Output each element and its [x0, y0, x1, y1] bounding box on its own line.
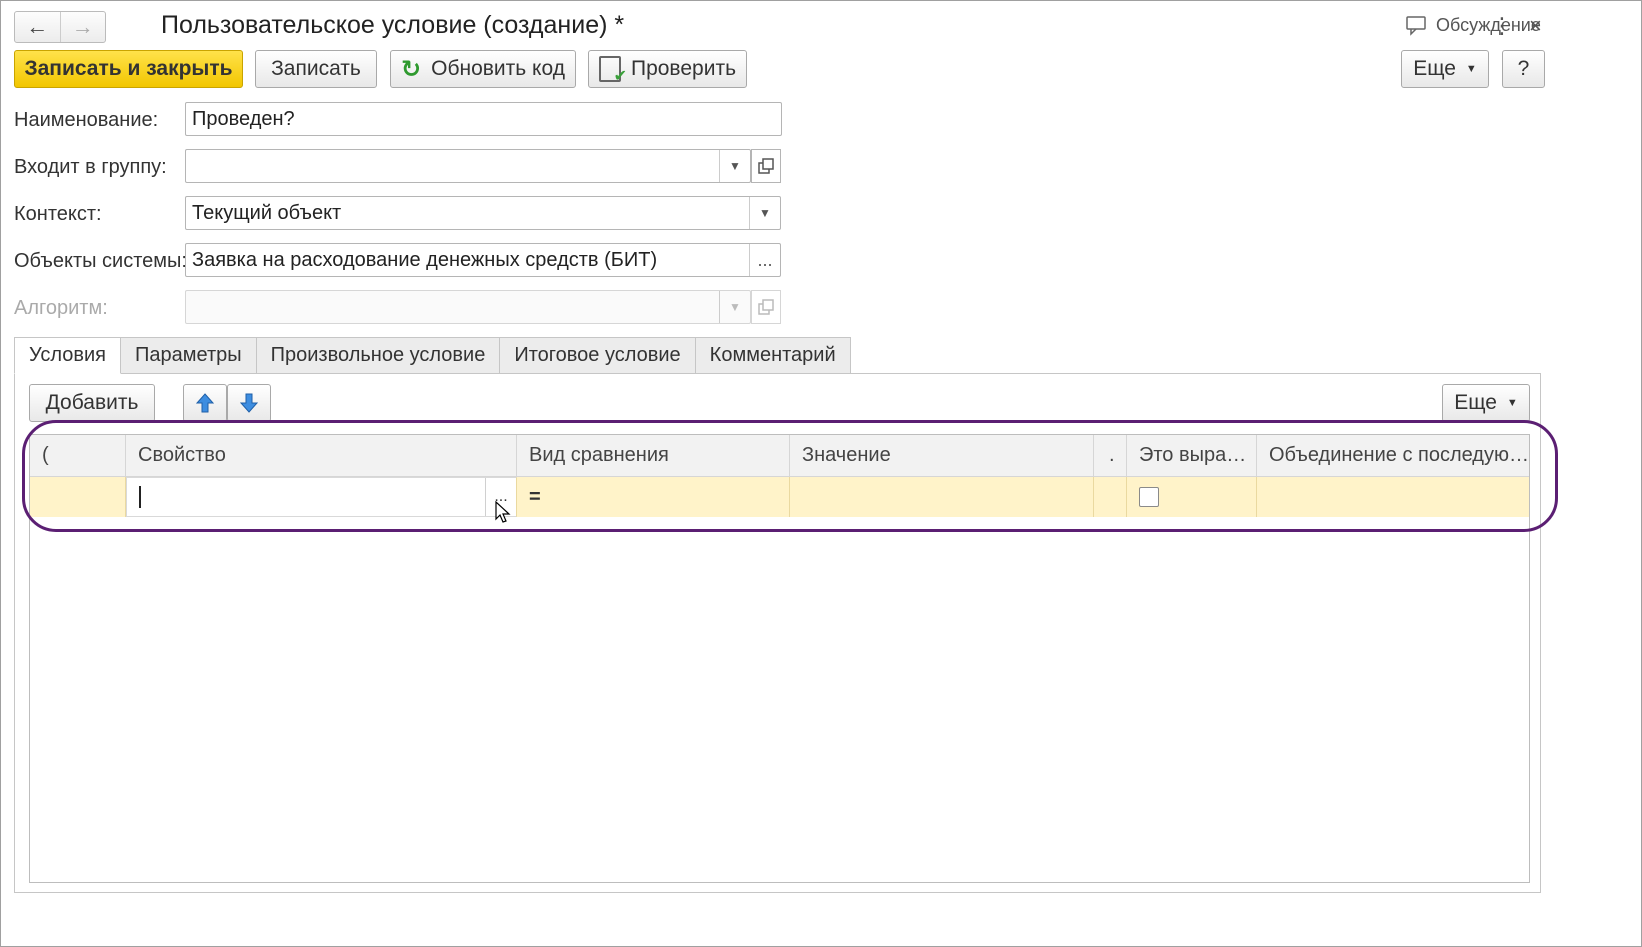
arrow-down-icon — [240, 393, 258, 413]
table-row[interactable]: ... = — [30, 477, 1529, 517]
tab-parameters[interactable]: Параметры — [121, 337, 257, 374]
refresh-code-button[interactable]: ↻ Обновить код — [390, 50, 576, 88]
name-value: Проведен? — [192, 107, 295, 130]
name-field[interactable]: Проведен? — [185, 102, 782, 136]
close-icon[interactable]: × — [1529, 13, 1542, 39]
tab-comment[interactable]: Комментарий — [695, 337, 851, 374]
context-dropdown-icon[interactable]: ▼ — [749, 197, 780, 229]
caret-down-icon: ▼ — [1506, 397, 1518, 409]
window-title: Пользовательское условие (создание) * — [161, 11, 625, 39]
context-label: Контекст: — [14, 203, 102, 225]
back-button[interactable]: ← — [15, 12, 60, 42]
column-header-value[interactable]: Значение — [790, 435, 1094, 476]
caret-down-icon: ▼ — [1465, 63, 1477, 75]
open-window-icon — [758, 299, 774, 315]
group-open-button[interactable] — [751, 149, 781, 183]
objects-value: Заявка на расходование денежных средств … — [192, 248, 658, 271]
help-button[interactable]: ? — [1502, 50, 1545, 88]
objects-select-button[interactable]: ... — [749, 244, 780, 276]
mouse-pointer-icon — [495, 501, 511, 523]
column-header-union[interactable]: Объединение с последую… — [1257, 435, 1529, 476]
column-header-paren[interactable]: ( — [30, 435, 126, 476]
check-label: Проверить — [630, 57, 737, 80]
move-up-button[interactable] — [183, 384, 227, 422]
text-cursor — [139, 486, 141, 508]
name-label: Наименование: — [14, 109, 159, 131]
group-field[interactable]: ▼ — [185, 149, 751, 183]
algorithm-dropdown-icon[interactable]: ▼ — [719, 291, 750, 323]
tabs-bar: Условия Параметры Произвольное условие И… — [14, 337, 851, 374]
more-menu-icon[interactable]: ⋮ — [1491, 13, 1513, 39]
discussion-label: Обсуждение — [1436, 15, 1541, 35]
forward-button[interactable]: → — [59, 12, 106, 42]
conditions-more-label: Еще — [1454, 391, 1497, 414]
cell-union[interactable] — [1257, 477, 1529, 517]
move-down-button[interactable] — [227, 384, 271, 422]
refresh-code-label: Обновить код — [431, 57, 565, 80]
navigation-buttons: ← → — [14, 11, 106, 43]
column-header-is-expression[interactable]: Это выра… — [1127, 435, 1257, 476]
context-select[interactable]: Текущий объект ▼ — [185, 196, 781, 230]
arrow-right-icon: → — [71, 14, 94, 39]
cell-dot[interactable] — [1094, 477, 1127, 517]
algorithm-label: Алгоритм: — [14, 297, 108, 319]
refresh-icon: ↻ — [401, 55, 422, 83]
cell-is-expression[interactable] — [1127, 477, 1257, 517]
column-header-comparison[interactable]: Вид сравнения — [517, 435, 790, 476]
open-window-icon — [758, 158, 774, 174]
conditions-table: ( Свойство Вид сравнения Значение . Это … — [29, 434, 1530, 883]
is-expression-checkbox[interactable] — [1139, 487, 1159, 507]
add-condition-button[interactable]: Добавить — [29, 384, 155, 422]
cell-value[interactable] — [790, 477, 1094, 517]
cell-paren[interactable] — [30, 477, 126, 517]
tab-final-condition[interactable]: Итоговое условие — [500, 337, 696, 374]
discussion-button[interactable]: Обсуждение — [1406, 15, 1541, 36]
save-and-close-button[interactable]: Записать и закрыть — [14, 50, 243, 88]
arrow-up-icon — [196, 393, 214, 413]
more-label: Еще — [1413, 57, 1456, 80]
check-document-icon — [598, 56, 627, 86]
group-dropdown-icon[interactable]: ▼ — [719, 150, 750, 182]
conditions-more-button[interactable]: Еще ▼ — [1442, 384, 1530, 422]
column-header-property[interactable]: Свойство — [126, 435, 517, 476]
chat-icon — [1406, 15, 1426, 36]
cell-comparison[interactable]: = — [517, 477, 790, 517]
form-window: ← → Пользовательское условие (создание) … — [0, 0, 1642, 947]
tab-conditions[interactable]: Условия — [14, 337, 122, 374]
column-header-dot[interactable]: . — [1094, 435, 1127, 476]
algorithm-open-button[interactable] — [751, 290, 781, 324]
objects-field[interactable]: Заявка на расходование денежных средств … — [185, 243, 781, 277]
context-value: Текущий объект — [192, 201, 342, 224]
objects-label: Объекты системы: — [14, 250, 187, 272]
check-button[interactable]: Проверить — [588, 50, 747, 88]
save-button[interactable]: Записать — [255, 50, 377, 88]
tab-custom-condition[interactable]: Произвольное условие — [256, 337, 501, 374]
algorithm-field[interactable]: ▼ — [185, 290, 751, 324]
arrow-left-icon: ← — [26, 14, 49, 39]
property-input[interactable]: ... — [126, 477, 517, 517]
more-button[interactable]: Еще ▼ — [1401, 50, 1489, 88]
group-label: Входит в группу: — [14, 156, 167, 178]
table-header: ( Свойство Вид сравнения Значение . Это … — [30, 435, 1529, 477]
